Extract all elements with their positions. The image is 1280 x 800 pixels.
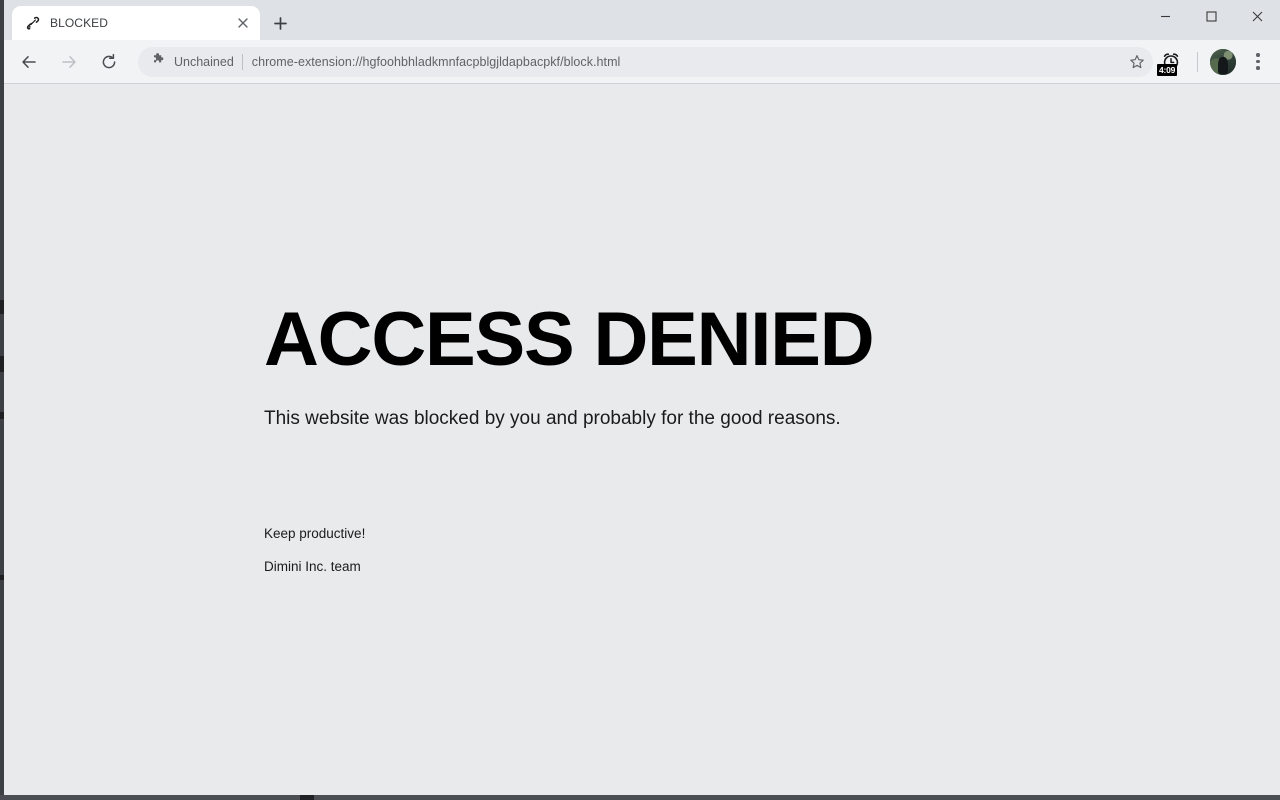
puzzle-piece-icon <box>152 52 166 71</box>
extension-origin-chip: Unchained <box>152 52 243 71</box>
extension-name: Unchained <box>174 54 234 69</box>
new-tab-button[interactable] <box>266 9 294 37</box>
minimize-button[interactable] <box>1142 0 1188 32</box>
bottom-edge-mark <box>300 795 314 800</box>
tab-title: BLOCKED <box>50 16 109 30</box>
browser-window: BLOCKED Unchained chrome-extension://hgf… <box>4 0 1280 795</box>
back-button[interactable] <box>14 47 44 77</box>
page-footer: Keep productive! Dimini Inc. team <box>264 524 1164 576</box>
address-bar[interactable]: Unchained chrome-extension://hgfoohbhlad… <box>138 46 1153 77</box>
maximize-icon <box>1205 10 1217 22</box>
arrow-back-icon <box>22 55 36 68</box>
url-text: chrome-extension://hgfoohbhladkmnfacpblg… <box>251 54 621 69</box>
screen: BLOCKED Unchained chrome-extension://hgf… <box>0 0 1280 800</box>
maximize-button[interactable] <box>1188 0 1234 32</box>
footer-line-keep-productive: Keep productive! <box>264 526 366 541</box>
avatar[interactable] <box>1210 48 1236 75</box>
browser-toolbar: Unchained chrome-extension://hgfoohbhlad… <box>4 40 1280 84</box>
close-icon <box>1252 11 1262 21</box>
arrow-forward-icon <box>62 55 76 68</box>
tab-close-icon[interactable] <box>233 14 252 33</box>
forward-button[interactable] <box>54 47 84 77</box>
page-subtitle: This website was blocked by you and prob… <box>264 408 841 429</box>
tab-strip: BLOCKED <box>4 0 1280 40</box>
page-title: ACCESS DENIED <box>264 297 875 382</box>
omnibox-divider <box>241 53 243 70</box>
plus-icon <box>273 16 287 30</box>
extension-badge: 4:09 <box>1157 63 1178 76</box>
toolbar-divider <box>1197 51 1198 72</box>
minimize-icon <box>1160 15 1170 17</box>
broken-chain-icon <box>24 15 41 32</box>
three-dot-menu-icon[interactable] <box>1244 47 1272 77</box>
page-content: ACCESS DENIED This website was blocked b… <box>4 84 1280 795</box>
reload-button[interactable] <box>94 47 124 77</box>
tab-blocked[interactable]: BLOCKED <box>12 6 260 40</box>
extension-button-alarm[interactable]: 4:09 <box>1156 47 1186 77</box>
bottom-window-edge <box>0 795 1280 800</box>
reload-icon <box>102 53 116 68</box>
block-message: ACCESS DENIED This website was blocked b… <box>264 298 1164 576</box>
star-outline-icon <box>1130 54 1144 68</box>
close-window-button[interactable] <box>1234 0 1280 32</box>
window-controls <box>1142 0 1280 40</box>
footer-line-team: Dimini Inc. team <box>264 559 361 574</box>
bookmark-button[interactable] <box>1123 48 1151 76</box>
